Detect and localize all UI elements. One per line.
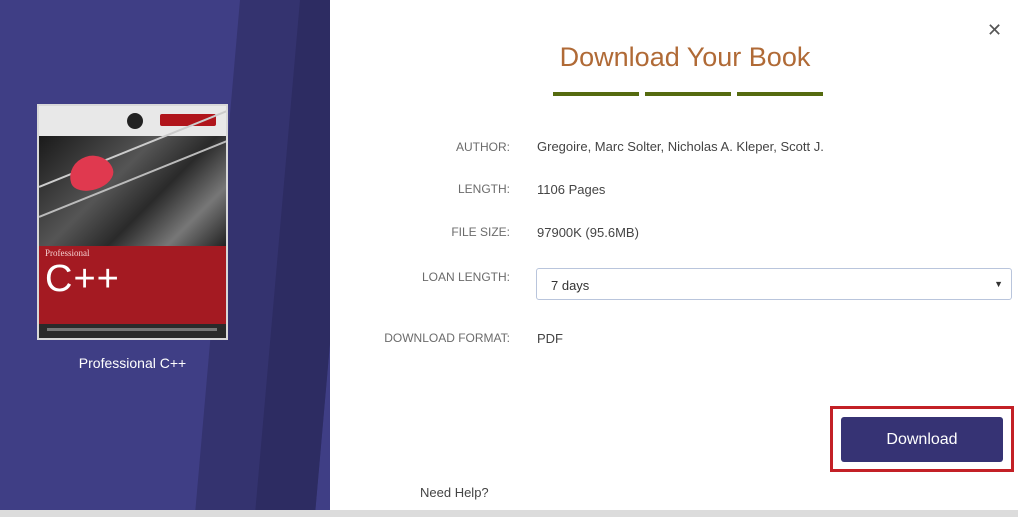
book-panel: Professional C++ Professional C++ <box>0 0 330 517</box>
loan-length-select[interactable]: 7 days ▼ <box>536 268 1012 300</box>
dialog-heading: Download Your Book <box>559 42 811 72</box>
bottom-strip <box>0 510 1018 517</box>
loan-length-value: 7 days <box>551 278 590 293</box>
heading-underline-2 <box>645 92 731 96</box>
cover-series-text: Professional <box>45 248 90 258</box>
heading-underline-1 <box>553 92 639 96</box>
heading-underline-3 <box>737 92 823 96</box>
need-help-link[interactable]: Need Help? <box>420 485 489 500</box>
length-label: LENGTH: <box>457 182 510 196</box>
dropdown-arrow-icon: ▼ <box>994 279 1003 289</box>
close-icon[interactable]: ✕ <box>987 20 1002 41</box>
loan-length-label: LOAN LENGTH: <box>421 270 510 284</box>
book-cover: Professional C++ <box>37 104 228 340</box>
publisher-logo <box>127 113 143 129</box>
download-button[interactable]: Download <box>841 417 1003 462</box>
book-title: Professional C++ <box>78 355 187 371</box>
cover-badge <box>160 114 216 126</box>
filesize-value: 97900K (95.6MB) <box>537 225 639 240</box>
author-value: Gregoire, Marc Solter, Nicholas A. Klepe… <box>537 139 824 154</box>
format-value: PDF <box>537 331 563 346</box>
format-label: DOWNLOAD FORMAT: <box>384 331 510 345</box>
length-value: 1106 Pages <box>537 182 606 197</box>
cover-authors-bar <box>39 324 226 338</box>
cover-title-text: C++ <box>45 258 120 300</box>
filesize-label: FILE SIZE: <box>451 225 510 239</box>
author-label: AUTHOR: <box>456 140 510 154</box>
